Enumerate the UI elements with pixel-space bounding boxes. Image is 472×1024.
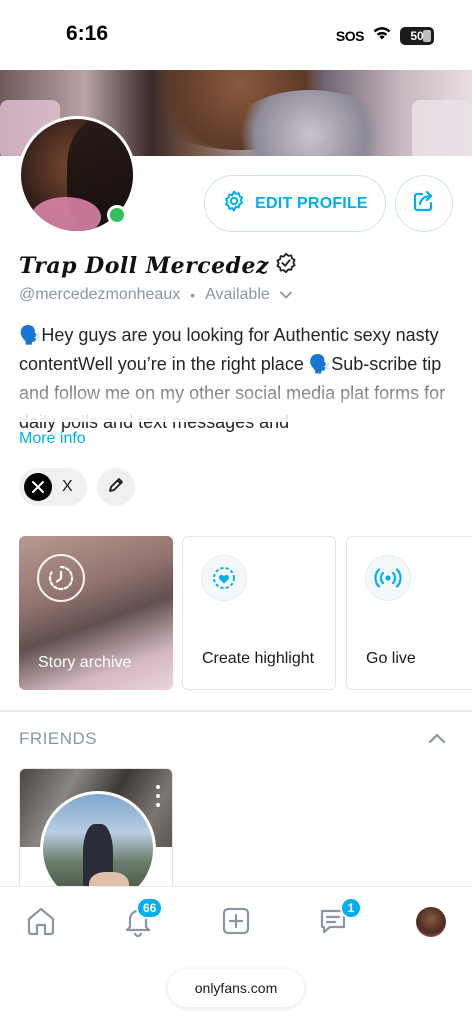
go-live-label: Go live	[366, 650, 416, 667]
edit-profile-label: EDIT PROFILE	[255, 194, 368, 212]
notifications-badge: 66	[136, 897, 164, 919]
share-icon	[411, 188, 437, 219]
broadcast-icon	[365, 555, 411, 601]
status-time: 6:16	[66, 22, 109, 45]
tab-new-post[interactable]	[216, 903, 256, 943]
status-bar: 6:16 SOS 50	[0, 0, 472, 70]
sos-indicator: SOS	[335, 27, 365, 44]
edit-profile-button[interactable]: EDIT PROFILE	[204, 175, 386, 232]
home-icon	[24, 904, 58, 943]
story-archive-tile[interactable]: Story archive	[19, 536, 173, 690]
battery-icon: 50	[400, 26, 434, 45]
tab-home[interactable]	[21, 903, 61, 943]
plus-square-icon	[220, 905, 252, 942]
more-icon[interactable]	[151, 785, 165, 807]
separator-dot: •	[190, 287, 196, 303]
create-highlight-label: Create highlight	[202, 650, 315, 667]
friends-section-title: FRIENDS	[19, 729, 98, 748]
handle-row: @mercedezmonheaux • Available	[19, 286, 292, 304]
wifi-icon	[372, 25, 392, 46]
section-divider	[0, 710, 472, 712]
browser-url-pill[interactable]: onlyfans.com	[168, 969, 304, 1007]
more-info-link[interactable]: More info	[19, 430, 86, 448]
status-indicators: SOS 50	[336, 25, 434, 46]
heart-plus-icon	[201, 555, 247, 601]
display-name: Trap Doll Mercedez	[19, 252, 297, 280]
share-button[interactable]	[395, 175, 453, 232]
bio-fade-overlay	[0, 372, 472, 422]
chevron-down-icon[interactable]	[279, 286, 292, 304]
tab-profile-avatar[interactable]	[416, 907, 446, 937]
verified-icon	[275, 252, 297, 280]
gear-icon	[222, 189, 246, 218]
username: @mercedezmonheaux	[19, 286, 181, 303]
social-link-label: X	[62, 478, 73, 495]
pencil-icon	[108, 477, 124, 498]
edit-social-links-button[interactable]	[97, 468, 135, 506]
x-logo-icon	[24, 473, 52, 501]
chevron-up-icon[interactable]	[426, 728, 448, 755]
go-live-tile[interactable]: Go live	[346, 536, 472, 690]
story-archive-label: Story archive	[38, 654, 132, 671]
availability-status[interactable]: Available	[205, 286, 270, 304]
social-link-x[interactable]: X	[19, 468, 87, 506]
messages-badge: 1	[340, 897, 362, 919]
friend-card[interactable]	[19, 768, 173, 893]
create-highlight-tile[interactable]: Create highlight	[182, 536, 336, 690]
online-status-indicator	[107, 205, 127, 225]
clock-icon	[37, 554, 85, 602]
